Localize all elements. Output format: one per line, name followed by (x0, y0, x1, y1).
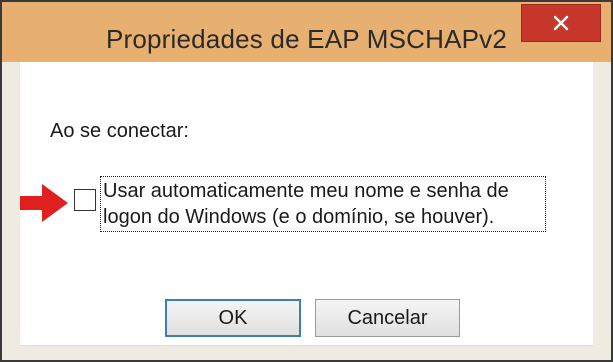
cancel-button[interactable]: Cancelar (315, 299, 460, 337)
ok-button[interactable]: OK (165, 299, 301, 337)
window-title: Propriedades de EAP MSCHAPv2 (105, 24, 508, 54)
close-icon (553, 15, 569, 31)
checkbox-label-line2: logon do Windows (e o domínio, se houver… (103, 206, 495, 228)
red-arrow-icon (20, 184, 68, 222)
close-button[interactable] (521, 4, 601, 42)
title-bar[interactable]: Propriedades de EAP MSCHAPv2 (2, 2, 611, 62)
dialog-content: Ao se conectar: Usar automaticamente meu… (20, 62, 593, 346)
connect-label: Ao se conectar: (50, 120, 189, 142)
use-windows-logon-checkbox[interactable] (74, 189, 96, 211)
checkbox-label-line1: Usar automaticamente meu nome e senha de (103, 180, 509, 202)
eap-mschapv2-properties-dialog: Propriedades de EAP MSCHAPv2 Ao se conec… (0, 0, 613, 362)
use-windows-logon-label[interactable]: Usar automaticamente meu nome e senha de… (100, 176, 546, 232)
